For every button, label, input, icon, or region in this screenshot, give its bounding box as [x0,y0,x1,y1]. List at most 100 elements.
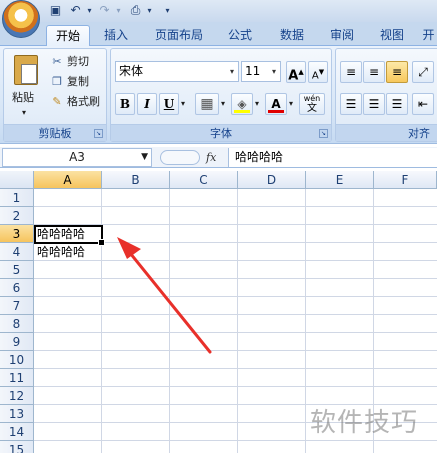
font-size-dropdown-icon[interactable]: ▾ [268,62,280,81]
fill-color-button[interactable]: ◈ [231,93,253,115]
font-color-dropdown-icon[interactable]: ▾ [289,95,293,113]
row-gridline [34,332,437,333]
paste-dropdown-icon[interactable]: ▾ [22,104,26,122]
row-header-3[interactable]: 3 [0,225,34,243]
tab-view[interactable]: 视图 [372,25,412,46]
customize-qat-icon[interactable]: ▾ [160,3,175,18]
underline-button[interactable]: U [159,93,179,115]
row-header-1[interactable]: 1 [0,189,34,207]
orientation-button[interactable]: ⤢ [412,61,434,83]
column-header-d[interactable]: D [238,171,306,189]
undo-icon[interactable]: ↶ [68,3,83,18]
print-preview-icon[interactable]: ⎙ [128,3,143,18]
paste-icon[interactable] [14,55,38,85]
fill-color-dropdown-icon[interactable]: ▾ [255,95,259,113]
tab-formulas[interactable]: 公式 [220,25,260,46]
row-header-14[interactable]: 14 [0,423,34,441]
italic-button[interactable]: I [137,93,157,115]
redo-icon[interactable]: ↷ [97,3,112,18]
alignment-group-label: 对齐 [336,124,437,141]
copy-icon: ❐ [52,75,62,88]
row-gridline [34,440,437,441]
copy-button[interactable]: ❐ 复制 [50,73,89,91]
column-gridline [237,189,238,453]
row-header-9[interactable]: 9 [0,333,34,351]
name-box-dropdown-icon[interactable]: ▼ [141,149,148,166]
column-header-c[interactable]: C [170,171,238,189]
save-icon[interactable]: ▣ [48,3,63,18]
column-header-f[interactable]: F [374,171,437,189]
align-right-button[interactable]: ☰ [386,93,408,115]
row-header-8[interactable]: 8 [0,315,34,333]
row-header-15[interactable]: 15 [0,441,34,453]
column-gridline [305,189,306,453]
formula-bar-handle[interactable] [160,150,200,165]
phonetic-guide-button[interactable]: wén 文 [299,93,325,115]
office-button[interactable] [2,0,40,38]
row-header-4[interactable]: 4 [0,243,34,261]
row-header-5[interactable]: 5 [0,261,34,279]
grow-font-button[interactable]: A▲ [286,61,306,83]
align-center-button[interactable]: ☰ [363,93,385,115]
shrink-font-button[interactable]: A▼ [308,61,328,83]
cell-a4[interactable]: 哈哈哈哈 [34,243,85,261]
tab-page-layout[interactable]: 页面布局 [146,25,212,46]
font-name-value: 宋体 [119,64,144,78]
row-header-13[interactable]: 13 [0,405,34,423]
tab-review[interactable]: 审阅 [322,25,362,46]
font-launcher-icon[interactable]: ↘ [319,129,328,138]
borders-button[interactable]: ▦ [195,93,219,115]
row-gridline [34,296,437,297]
row-header-12[interactable]: 12 [0,387,34,405]
format-painter-button[interactable]: ✎ 格式刷 [50,93,100,111]
row-gridline [34,368,437,369]
font-color-button[interactable]: A [265,93,287,115]
column-header-b[interactable]: B [102,171,170,189]
ribbon-tabs: 开始 插入 页面布局 公式 数据 审阅 视图 开 [0,22,437,46]
tab-data[interactable]: 数据 [272,25,312,46]
name-box[interactable]: A3 ▼ [2,148,152,167]
align-left-button[interactable]: ☰ [340,93,362,115]
undo-dropdown-icon[interactable]: ▾ [82,3,97,18]
row-gridline [34,206,437,207]
clipboard-launcher-icon[interactable]: ↘ [94,129,103,138]
row-header-10[interactable]: 10 [0,351,34,369]
tab-insert[interactable]: 插入 [96,25,136,46]
row-header-11[interactable]: 11 [0,369,34,387]
copy-label: 复制 [67,75,89,88]
insert-function-icon[interactable]: fx [206,149,224,166]
ribbon: 粘贴 ▾ ✂ 剪切 ❐ 复制 ✎ 格式刷 剪贴板 ↘ 宋体 ▾ 11 ▾ A▲ A▼ … [0,46,437,144]
font-size-value: 11 [245,64,261,78]
underline-dropdown-icon[interactable]: ▾ [181,95,185,113]
font-name-combo[interactable]: 宋体 ▾ [115,61,239,82]
column-header-a[interactable]: A [34,171,102,189]
format-painter-label: 格式刷 [67,95,100,108]
name-box-value: A3 [69,150,85,164]
column-header-e[interactable]: E [306,171,374,189]
select-all-corner[interactable] [0,171,34,189]
row-header-6[interactable]: 6 [0,279,34,297]
borders-dropdown-icon[interactable]: ▾ [221,95,225,113]
font-group: 宋体 ▾ 11 ▾ A▲ A▼ B I U ▾ ▦ ▾ ◈ ▾ A ▾ wén 文… [110,48,332,142]
row-gridline [34,386,437,387]
align-bottom-button[interactable]: ≡ [386,61,408,83]
fill-bucket-icon: ◈ [237,97,247,111]
align-middle-button[interactable]: ≡ [363,61,385,83]
decrease-indent-button[interactable]: ⇤ [412,93,434,115]
cut-label: 剪切 [67,55,89,68]
formula-bar: A3 ▼ fx 哈哈哈哈 [0,147,437,168]
row-header-7[interactable]: 7 [0,297,34,315]
row-header-2[interactable]: 2 [0,207,34,225]
print-dropdown-icon[interactable]: ▾ [142,3,157,18]
tab-developer[interactable]: 开 [420,25,437,46]
redo-dropdown-icon[interactable]: ▾ [111,3,126,18]
clipboard-group: 粘贴 ▾ ✂ 剪切 ❐ 复制 ✎ 格式刷 剪贴板 ↘ [3,48,107,142]
font-name-dropdown-icon[interactable]: ▾ [226,62,238,81]
bold-button[interactable]: B [115,93,135,115]
font-size-combo[interactable]: 11 ▾ [241,61,281,82]
tab-home[interactable]: 开始 [46,25,90,46]
cut-button[interactable]: ✂ 剪切 [50,53,89,71]
formula-input[interactable]: 哈哈哈哈 [228,148,437,167]
align-top-button[interactable]: ≡ [340,61,362,83]
watermark-text: 软件技巧 [310,408,419,438]
